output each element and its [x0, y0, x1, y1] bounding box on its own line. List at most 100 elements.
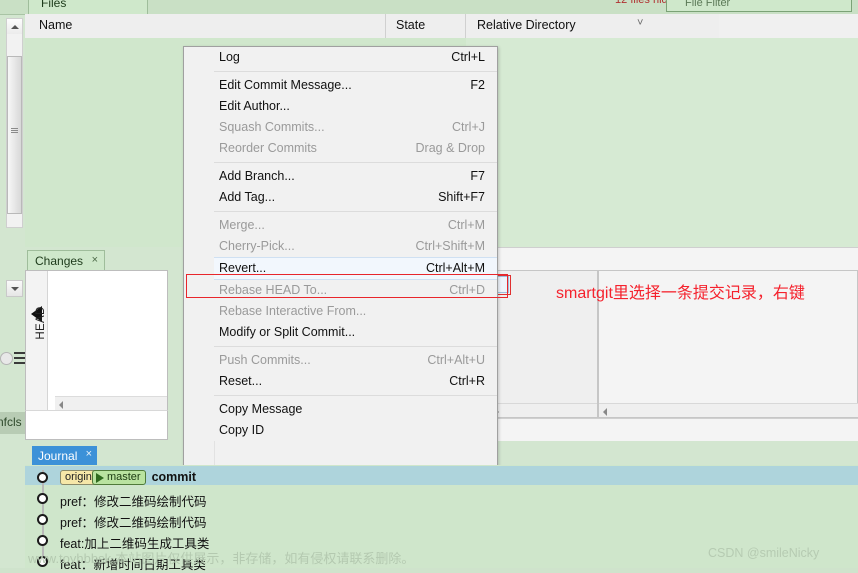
menu-separator: [214, 71, 497, 72]
journal-row[interactable]: origin/master commit: [60, 470, 197, 486]
watermark-left: www.toyhbbsk·本站图片仅供展示，非存储，如有侵权请联系删除。: [28, 551, 415, 566]
menu-item-shortcut: F7: [470, 169, 485, 183]
menu-separator: [214, 211, 497, 212]
tab-journal[interactable]: Journal ×: [32, 446, 97, 465]
watermark-right: CSDN @smileNicky: [708, 546, 820, 560]
column-divider[interactable]: [385, 14, 386, 38]
scroll-down-icon[interactable]: [6, 280, 23, 297]
journal-node-icon: [37, 493, 48, 504]
column-header-reldir[interactable]: Relative Directory: [477, 18, 576, 32]
journal-row[interactable]: pref：修改二维码绘制代码: [60, 491, 207, 510]
menu-item-label: Squash Commits...: [219, 120, 325, 134]
menu-item-rebase-interactive-from: Rebase Interactive From...: [214, 301, 497, 322]
menu-item-label: Rebase Interactive From...: [219, 304, 367, 318]
menu-item-cherry-pick: Cherry-Pick... Ctrl+Shift+M: [214, 236, 497, 257]
file-filter-input[interactable]: File Filter: [666, 0, 852, 12]
menu-item-shortcut: F2: [470, 78, 485, 92]
menu-item-shortcut: Ctrl+L: [451, 50, 485, 64]
scrollbar-thumb[interactable]: [7, 56, 22, 214]
menu-item-revert[interactable]: Revert... Ctrl+Alt+M: [214, 257, 497, 280]
tab-journal-label: Journal: [38, 449, 78, 463]
menu-separator: [214, 346, 497, 347]
tab-changes[interactable]: Changes ×: [27, 250, 105, 270]
menu-item-rebase-head-to: Rebase HEAD To... Ctrl+D: [214, 280, 497, 301]
menu-item-add-tag[interactable]: Add Tag... Shift+F7: [214, 187, 497, 208]
head-label: HEAD: [35, 306, 47, 340]
context-menu-gutter: [184, 47, 215, 465]
rail-label: nfcls: [0, 412, 26, 434]
menu-item-add-branch[interactable]: Add Branch... F7: [214, 166, 497, 187]
middle-horizontal-scrollbar[interactable]: [491, 403, 597, 417]
menu-item-copy-id[interactable]: Copy ID: [214, 420, 497, 441]
menu-item-log[interactable]: Log Ctrl+L: [214, 47, 497, 68]
menu-item-shortcut: Drag & Drop: [415, 141, 485, 155]
menu-item-shortcut: Ctrl+Shift+M: [415, 239, 485, 253]
close-icon[interactable]: ×: [92, 254, 98, 266]
journal-commit-message: pref：修改二维码绘制代码: [60, 516, 207, 530]
menu-item-label: Reorder Commits: [219, 141, 317, 155]
tab-changes-label: Changes: [35, 254, 84, 268]
menu-item-label: Add Tag...: [219, 190, 276, 204]
right-horizontal-scrollbar[interactable]: [599, 403, 858, 417]
rail-circle-icon[interactable]: [0, 352, 13, 365]
column-divider[interactable]: [465, 14, 466, 38]
menu-item-label: Merge...: [219, 218, 265, 232]
chevron-down-icon[interactable]: ˅: [637, 17, 643, 29]
changes-head-gutter: [26, 271, 48, 417]
tab-files-label: Files: [41, 0, 67, 10]
journal-node-icon: [37, 472, 48, 483]
journal-commit-message: pref：修改二维码绘制代码: [60, 495, 207, 509]
menu-item-label: Log: [219, 50, 240, 64]
menu-item-label: Copy ID: [219, 423, 265, 437]
menu-item-label: Modify or Split Commit...: [219, 325, 356, 339]
menu-item-label: Edit Commit Message...: [219, 78, 352, 92]
menu-item-shortcut: Ctrl+J: [452, 120, 485, 134]
menu-item-label: Add Branch...: [219, 169, 295, 183]
menu-item-merge: Merge... Ctrl+M: [214, 215, 497, 236]
menu-item-shortcut: Ctrl+M: [447, 218, 485, 232]
panel-top-strip: [488, 247, 858, 271]
menu-item-shortcut: Ctrl+R: [449, 374, 485, 388]
menu-item-edit-commit-message[interactable]: Edit Commit Message... F2: [214, 75, 497, 96]
scrollbar-grip-icon: [11, 128, 18, 135]
files-header-spacer: [719, 14, 858, 38]
column-header-state[interactable]: State: [396, 18, 425, 32]
journal-commit-message: commit: [151, 470, 197, 484]
changes-diff-area[interactable]: [55, 271, 167, 396]
menu-item-label: Edit Author...: [219, 99, 290, 113]
menu-separator: [214, 395, 497, 396]
menu-item-copy-message[interactable]: Copy Message: [214, 399, 497, 420]
menu-item-reset[interactable]: Reset... Ctrl+R: [214, 371, 497, 392]
menu-item-modify-or-split-commit[interactable]: Modify or Split Commit...: [214, 322, 497, 343]
top-tab-strip: Files 12 files hidden File Filter: [0, 0, 858, 15]
context-menu[interactable]: Log Ctrl+L Edit Commit Message... F2 Edit Au…: [183, 46, 498, 466]
menu-item-shortcut: Shift+F7: [438, 190, 485, 204]
menu-item-push-commits: Push Commits... Ctrl+Alt+U: [214, 350, 497, 371]
menu-item-shortcut: Ctrl+Alt+M: [425, 261, 485, 275]
changes-footer: [25, 410, 168, 440]
menu-item-label: Cherry-Pick...: [219, 239, 295, 253]
journal-node-icon: [37, 514, 48, 525]
journal-row[interactable]: pref：修改二维码绘制代码: [60, 512, 207, 531]
menu-item-label: Push Commits...: [219, 353, 311, 367]
tab-files[interactable]: Files: [28, 0, 148, 14]
close-icon[interactable]: ×: [86, 448, 92, 460]
annotation-text: smartgit里选择一条提交记录，右键: [556, 285, 805, 302]
menu-item-label: Revert...: [219, 261, 267, 275]
menu-item-label: Copy Message: [219, 402, 303, 416]
menu-item-edit-author[interactable]: Edit Author...: [214, 96, 497, 117]
menu-item-reorder-commits: Reorder Commits Drag & Drop: [214, 138, 497, 159]
highlight-marker: [497, 275, 511, 295]
menu-item-label: Rebase HEAD To...: [219, 283, 328, 297]
file-filter-placeholder: File Filter: [685, 0, 731, 9]
changes-horizontal-scrollbar[interactable]: [55, 396, 167, 410]
scroll-up-icon[interactable]: [7, 19, 22, 34]
menu-item-shortcut: Ctrl+D: [449, 283, 485, 297]
menu-item-squash-commits: Squash Commits... Ctrl+J: [214, 117, 497, 138]
menu-item-label: Reset...: [219, 374, 263, 388]
column-header-name[interactable]: Name: [39, 18, 72, 32]
badge-master: master: [91, 470, 146, 486]
panel-bottom-strip: [488, 418, 858, 441]
context-menu-items: Log Ctrl+L Edit Commit Message... F2 Edit Au…: [214, 47, 497, 441]
files-table-body-alt-column: [466, 38, 858, 247]
